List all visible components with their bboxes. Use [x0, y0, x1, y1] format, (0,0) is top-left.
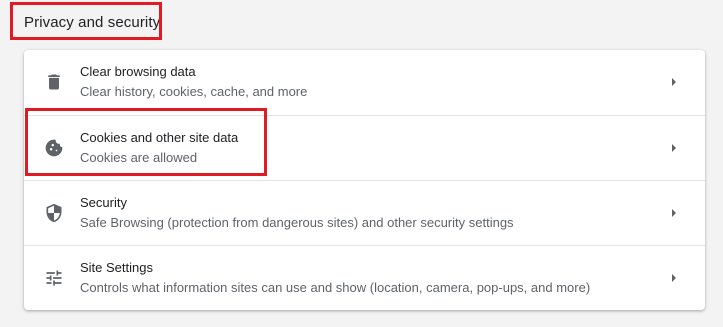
- row-subtitle: Cookies are allowed: [80, 150, 198, 165]
- section-title: Privacy and security: [24, 14, 161, 31]
- row-title: Site Settings: [80, 260, 153, 275]
- site-settings-row[interactable]: Site Settings Controls what information …: [24, 245, 705, 310]
- cookie-icon: [44, 138, 64, 158]
- chevron-right-icon: [669, 143, 679, 153]
- cookies-site-data-row[interactable]: Cookies and other site data Cookies are …: [24, 115, 705, 180]
- chevron-right-icon: [669, 77, 679, 87]
- row-subtitle: Controls what information sites can use …: [80, 280, 591, 295]
- row-title: Cookies and other site data: [80, 130, 239, 145]
- chevron-right-icon: [669, 208, 679, 218]
- row-title: Security: [80, 195, 127, 210]
- row-subtitle: Safe Browsing (protection from dangerous…: [80, 215, 514, 230]
- settings-page: Privacy and security Clear browsing data…: [0, 0, 723, 327]
- row-title: Clear browsing data: [80, 64, 196, 79]
- shield-icon: [44, 203, 64, 223]
- security-row[interactable]: Security Safe Browsing (protection from …: [24, 180, 705, 245]
- trash-icon: [44, 72, 64, 92]
- row-subtitle: Clear history, cookies, cache, and more: [80, 84, 308, 99]
- clear-browsing-data-row[interactable]: Clear browsing data Clear history, cooki…: [24, 50, 705, 115]
- sliders-icon: [44, 268, 64, 288]
- privacy-security-card: Clear browsing data Clear history, cooki…: [24, 50, 705, 310]
- chevron-right-icon: [669, 273, 679, 283]
